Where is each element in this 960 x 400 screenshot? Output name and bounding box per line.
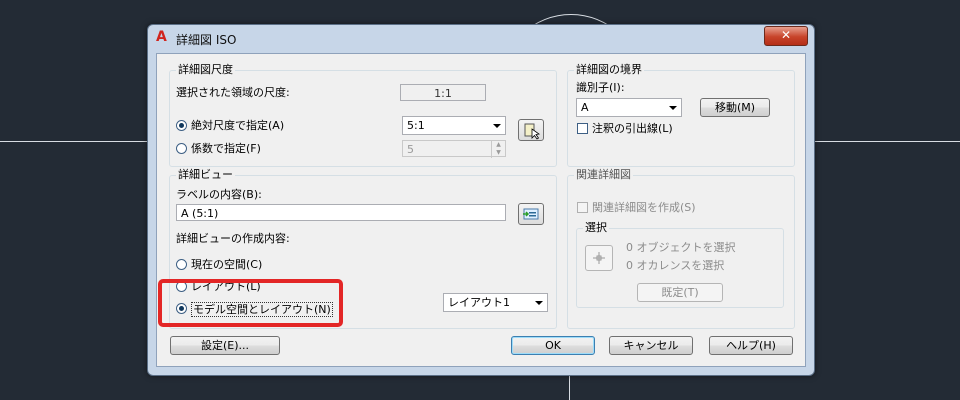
related-group-title: 関連詳細図 (574, 168, 633, 181)
boundary-group-title: 詳細図の境界 (574, 63, 644, 76)
select-subgroup: 選択 0 オブジェクトを選択 0 オカレンスを選択 既定(T) (576, 222, 784, 308)
factor-scale-radio[interactable] (176, 143, 187, 154)
highlight-annotation-box (158, 279, 343, 327)
chevron-down-icon (535, 301, 543, 305)
view-group-title: 詳細ビュー (176, 168, 235, 181)
factor-scale-input[interactable]: 5 ▲ ▼ (402, 140, 506, 158)
title-bar[interactable]: A 詳細図 ISO ✕ (148, 25, 814, 51)
default-button[interactable]: 既定(T) (637, 283, 723, 302)
close-button[interactable]: ✕ (764, 26, 808, 46)
creation-content-label: 詳細ビューの作成内容: (176, 232, 290, 245)
identifier-select[interactable]: A (576, 98, 682, 117)
boundary-group: 詳細図の境界 識別子(I): A 移動(M) 注釈の引出線(L) (567, 64, 795, 167)
drawing-line-right (813, 141, 960, 142)
field-insert-icon (523, 208, 539, 220)
field-insert-button[interactable] (518, 203, 544, 225)
selected-region-label: 選択された領域の尺度: (176, 86, 290, 99)
drawing-line-left (0, 141, 147, 142)
layout-select[interactable]: レイアウト1 (443, 293, 548, 312)
layout-select-value: レイアウト1 (448, 296, 510, 309)
settings-button[interactable]: 設定(E)... (170, 336, 280, 355)
select-subgroup-title: 選択 (583, 221, 609, 234)
identifier-label: 識別子(I): (576, 81, 625, 94)
help-button[interactable]: ヘルプ(H) (709, 336, 793, 355)
ok-button[interactable]: OK (511, 336, 595, 355)
absolute-scale-label[interactable]: 絶対尺度で指定(A) (191, 119, 284, 132)
pick-scale-button[interactable] (518, 119, 544, 141)
cancel-button[interactable]: キャンセル (609, 336, 693, 355)
scale-group-title: 詳細図尺度 (176, 63, 235, 76)
crosshair-icon (593, 252, 605, 264)
leader-checkbox[interactable] (577, 123, 588, 134)
move-button[interactable]: 移動(M) (700, 98, 770, 117)
factor-spinner[interactable]: ▲ ▼ (491, 141, 505, 158)
drawing-line-bottom (569, 374, 570, 400)
pick-cursor-icon (524, 123, 541, 140)
dialog-title: 詳細図 ISO (176, 33, 237, 47)
absolute-scale-value: 5:1 (407, 119, 425, 132)
current-space-label[interactable]: 現在の空間(C) (191, 258, 262, 271)
select-objects-button[interactable] (585, 245, 613, 271)
factor-scale-value: 5 (407, 143, 414, 156)
leader-label[interactable]: 注釈の引出線(L) (592, 122, 673, 135)
absolute-scale-select[interactable]: 5:1 (402, 116, 506, 135)
chevron-down-icon (493, 124, 501, 128)
occurrences-selected-text: 0 オカレンスを選択 (626, 259, 725, 272)
create-related-label[interactable]: 関連詳細図を作成(S) (592, 201, 696, 214)
absolute-scale-radio[interactable] (176, 120, 187, 131)
chevron-down-icon (669, 106, 677, 110)
autocad-logo-icon: A (156, 29, 167, 45)
current-space-radio[interactable] (176, 259, 187, 270)
label-content-input[interactable]: A (5:1) (176, 204, 506, 221)
factor-scale-label[interactable]: 係数で指定(F) (191, 142, 261, 155)
create-related-checkbox[interactable] (577, 202, 588, 213)
identifier-value: A (581, 101, 589, 114)
label-content-label: ラベルの内容(B): (176, 188, 262, 201)
related-group: 関連詳細図 関連詳細図を作成(S) 選択 0 オブジェクトを選択 0 オカレンス… (567, 169, 795, 329)
scale-group: 詳細図尺度 選択された領域の尺度: 1:1 絶対尺度で指定(A) 5:1 係数で… (169, 64, 557, 167)
objects-selected-text: 0 オブジェクトを選択 (626, 241, 736, 254)
selected-region-value: 1:1 (400, 84, 486, 101)
